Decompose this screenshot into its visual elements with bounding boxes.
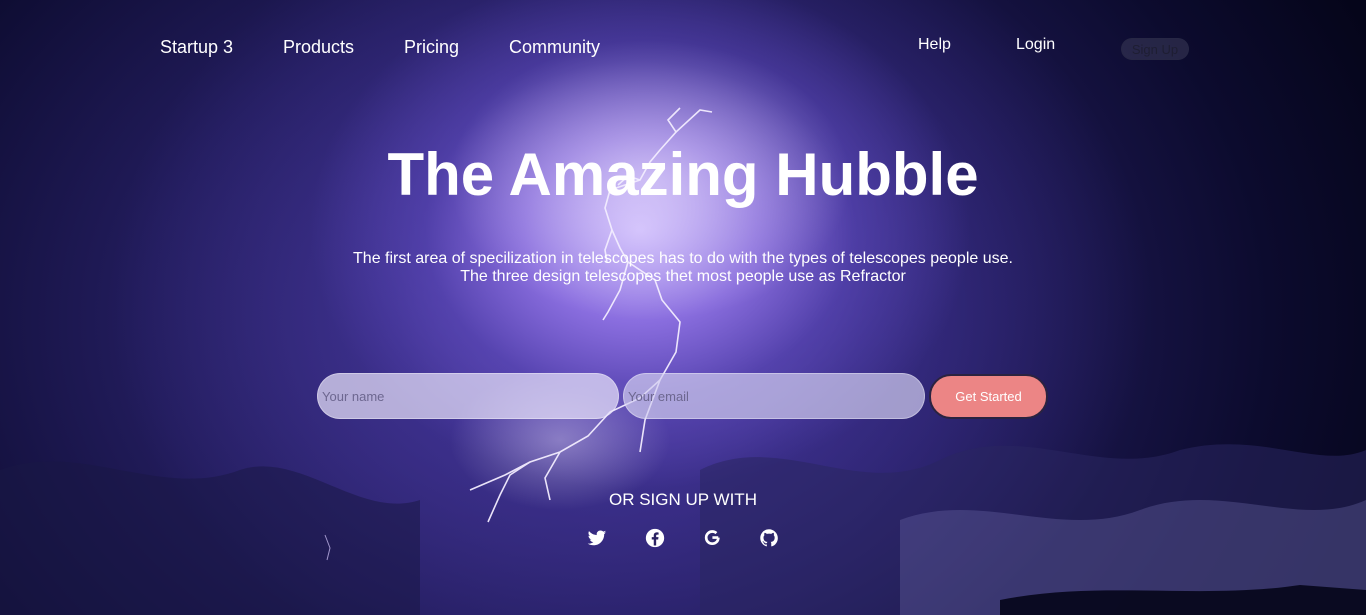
nav-link-community[interactable]: Community — [509, 37, 600, 58]
sign-up-button[interactable]: Sign Up — [1121, 38, 1189, 60]
brand-logo[interactable]: Startup 3 — [160, 37, 233, 58]
hero-subtitle-line-1: The first area of specilization in teles… — [353, 250, 1013, 267]
storm-background — [0, 40, 1366, 615]
nav-link-products[interactable]: Products — [283, 37, 354, 58]
github-icon[interactable] — [759, 528, 779, 548]
hero-section: Startup 3 Products Pricing Community Hel… — [0, 0, 1366, 615]
twitter-icon[interactable] — [587, 528, 607, 548]
nav-link-pricing[interactable]: Pricing — [404, 37, 459, 58]
nav-link-help[interactable]: Help — [918, 36, 951, 54]
hero-subtitle-line-2: The three design telescopes thet most pe… — [460, 268, 906, 285]
hero-subtitle: The first area of specilization in teles… — [0, 250, 1366, 286]
get-started-button[interactable]: Get Started — [929, 374, 1048, 419]
social-signup-heading: OR SIGN UP WITH — [609, 490, 757, 509]
google-icon[interactable] — [702, 528, 722, 548]
name-input[interactable] — [317, 373, 619, 419]
facebook-icon[interactable] — [645, 528, 665, 548]
nav-link-login[interactable]: Login — [1016, 36, 1055, 54]
page-title: The Amazing Hubble — [387, 141, 979, 208]
email-input[interactable] — [623, 373, 925, 419]
